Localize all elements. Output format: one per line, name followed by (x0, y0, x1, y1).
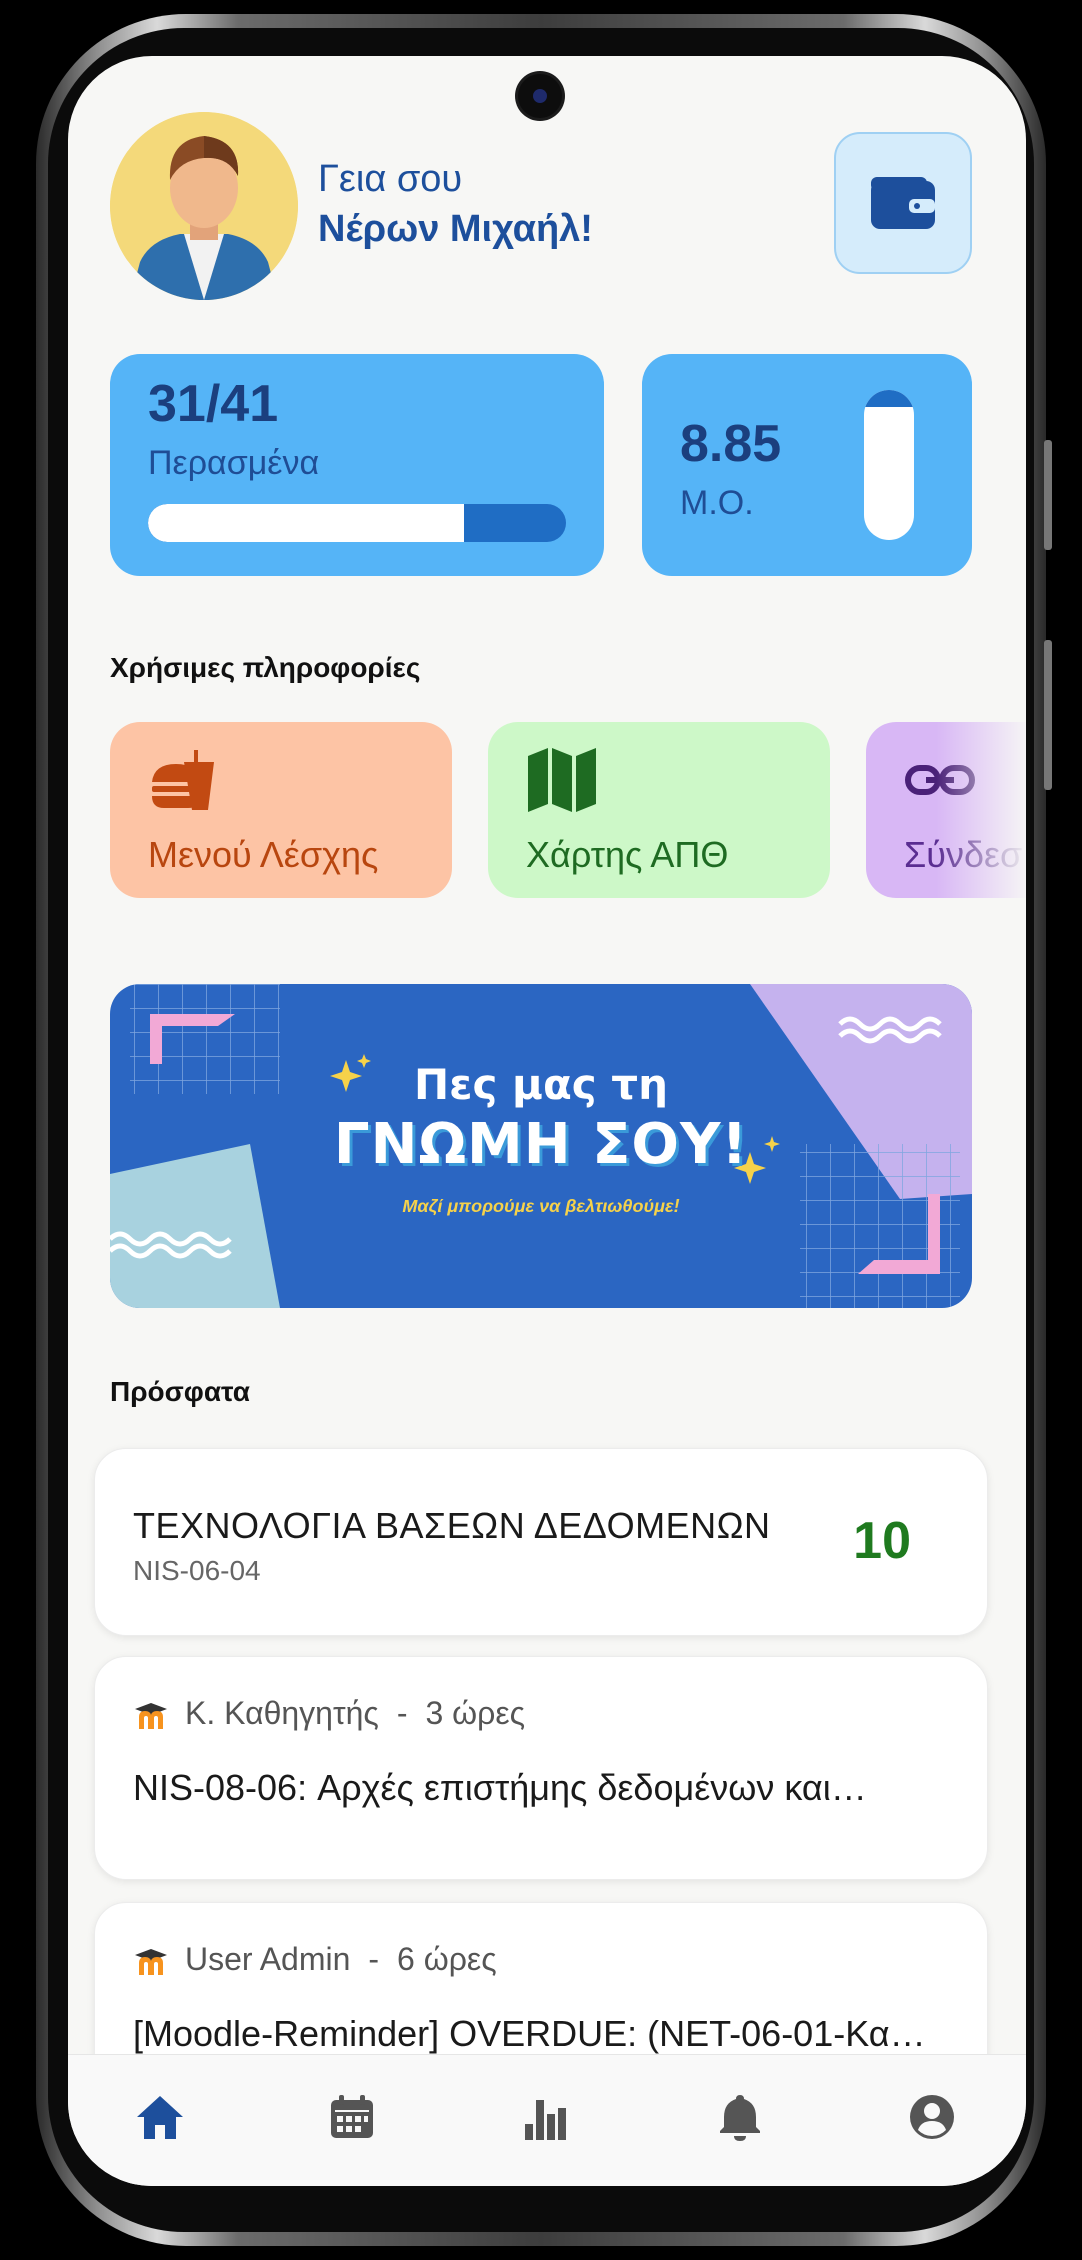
nav-profile[interactable] (906, 2091, 958, 2143)
passed-progress-bar (148, 504, 566, 542)
post-meta: User Admin - 6 ώρες (133, 1941, 497, 1978)
passed-courses-card[interactable]: 31/41 Περασμένα (110, 354, 604, 576)
nav-notifications[interactable] (714, 2091, 766, 2143)
grade-average-gauge-empty (864, 390, 914, 408)
passed-label: Περασμένα (148, 444, 320, 482)
recent-title: Πρόσφατα (110, 1376, 250, 1407)
nav-calendar[interactable] (326, 2091, 378, 2143)
tile-club-menu-label: Μενού Λέσχης (148, 834, 379, 875)
greeting-hello: Γεια σου (318, 158, 463, 200)
app-screen: Γεια σου Νέρων Μιχαήλ! 31/41 Περασμένα 8… (68, 56, 1026, 2186)
post-separator: - (396, 1695, 408, 1731)
banner-headline-line1: Πες μας τη (413, 1060, 669, 1109)
avatar[interactable] (110, 112, 298, 300)
recent-post-card[interactable]: Κ. Καθηγητής - 3 ώρες NIS-08-06: Αρχές ε… (94, 1656, 988, 1880)
feedback-banner[interactable]: Πες μας τη ΓΝΩΜΗ ΣΟΥ! Μαζί μπορούμε να β… (110, 984, 972, 1308)
greeting: Γεια σου Νέρων Μιχαήλ! (318, 154, 593, 254)
carousel-fade (936, 722, 1026, 902)
passed-count: 31/41 (148, 375, 279, 433)
grade-average-value: 8.85 (680, 415, 782, 473)
post-time: 6 ώρες (397, 1941, 497, 1977)
home-icon (137, 2096, 183, 2139)
post-text: [Moodle-Reminder] OVERDUE: (NET-06-01-Κα… (133, 2013, 926, 2054)
bell-icon (720, 2095, 760, 2141)
banner-subtitle: Μαζί μπορούμε να βελτιωθούμε! (402, 1196, 680, 1216)
banner-headline-line2: ΓΝΩΜΗ ΣΟΥ! (333, 1112, 749, 1177)
passed-progress-fill (148, 504, 464, 542)
tile-campus-map-label: Χάρτης ΑΠΘ (526, 834, 729, 875)
post-author: User Admin (185, 1941, 351, 1977)
course-code: NIS-06-04 (133, 1555, 261, 1586)
grade-average-label: Μ.Ο. (680, 484, 754, 522)
profile-icon (910, 2095, 954, 2139)
course-title: ΤΕΧΝΟΛΟΓΙΑ ΒΑΣΕΩΝ ΔΕΔΟΜΕΝΩΝ (133, 1505, 771, 1546)
post-time: 3 ώρες (425, 1695, 526, 1731)
map-icon (528, 748, 596, 812)
nav-statistics[interactable] (520, 2091, 572, 2143)
recent-grade-card[interactable]: ΤΕΧΝΟΛΟΓΙΑ ΒΑΣΕΩΝ ΔΕΔΟΜΕΝΩΝ NIS-06-04 10 (94, 1448, 988, 1636)
volume-button (1044, 440, 1052, 550)
fastfood-icon (152, 750, 214, 810)
bottom-navigation (68, 2054, 1026, 2186)
tile-campus-map[interactable]: Χάρτης ΑΠΘ (488, 722, 830, 898)
nav-home[interactable] (134, 2091, 186, 2143)
moodle-icon (135, 1948, 167, 1975)
wallet-icon (871, 177, 935, 229)
moodle-icon (135, 1702, 167, 1729)
stats-icon (525, 2100, 566, 2140)
course-grade: 10 (853, 1512, 911, 1570)
grade-average-gauge (864, 390, 914, 540)
useful-info-title: Χρήσιμες πληροφορίες (110, 652, 421, 683)
tile-club-menu[interactable]: Μενού Λέσχης (110, 722, 452, 898)
calendar-icon (331, 2095, 373, 2138)
wallet-button[interactable] (834, 132, 972, 274)
post-author: Κ. Καθηγητής (185, 1695, 379, 1731)
front-camera (518, 74, 562, 118)
useful-info-carousel[interactable]: Μενού Λέσχης Χάρτης ΑΠΘ Σύνδεσ (110, 722, 1026, 902)
power-button (1044, 640, 1052, 790)
grade-average-card[interactable]: 8.85 Μ.Ο. (642, 354, 972, 576)
user-avatar-icon (110, 112, 298, 300)
greeting-username: Νέρων Μιχαήλ! (318, 208, 593, 250)
post-text: NIS-08-06: Αρχές επιστήμης δεδομένων και… (133, 1767, 867, 1808)
post-separator: - (368, 1941, 380, 1977)
post-meta: Κ. Καθηγητής - 3 ώρες (133, 1695, 525, 1732)
